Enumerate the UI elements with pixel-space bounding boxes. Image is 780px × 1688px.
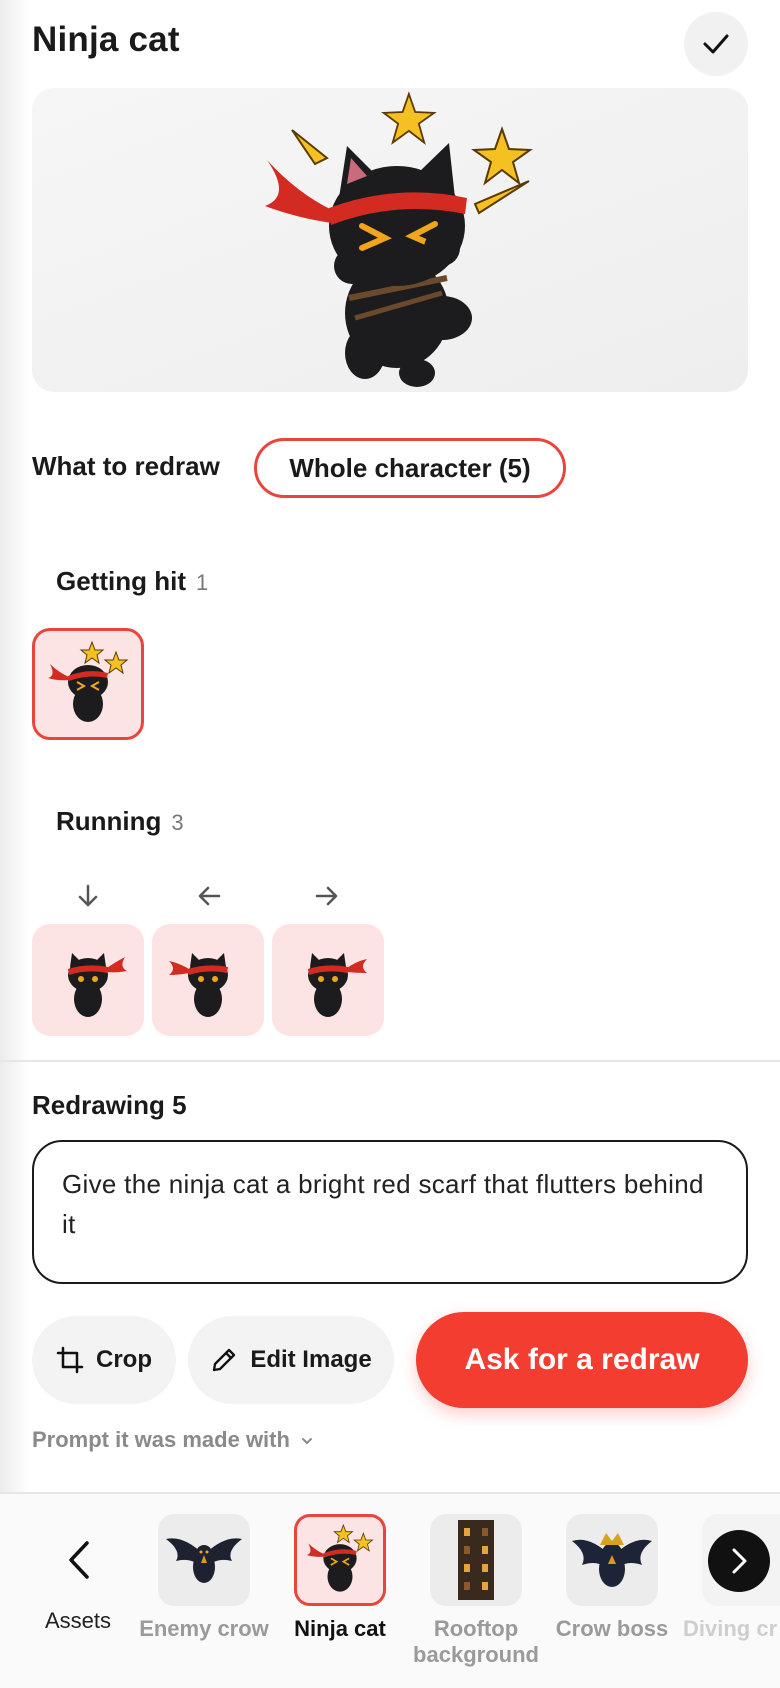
- ninja-cat-run-icon: [169, 953, 228, 1017]
- down-arrow-icon: [68, 876, 108, 916]
- frame-thumbnail-running-right[interactable]: [272, 924, 384, 1036]
- asset-label: Enemy crow: [139, 1616, 269, 1641]
- crop-button[interactable]: Crop: [32, 1316, 176, 1404]
- section-divider: [0, 1060, 780, 1062]
- frame-thumbnail-running-down[interactable]: [32, 924, 144, 1036]
- ninja-cat-hit-icon: [48, 640, 129, 722]
- right-arrow-icon: [307, 876, 347, 916]
- crop-label: Crop: [96, 1346, 152, 1373]
- ninja-cat-illustration: [265, 91, 533, 387]
- asset-item-rooftop-background[interactable]: Rooftop background: [411, 1514, 541, 1668]
- ninja-cat-run-icon: [308, 953, 367, 1017]
- asset-item-ninja-cat[interactable]: Ninja cat: [275, 1514, 405, 1642]
- frame-thumbnail-running-left[interactable]: [152, 924, 264, 1036]
- chevron-down-icon: [301, 1438, 312, 1445]
- asset-label: Crow boss: [555, 1616, 669, 1641]
- what-to-redraw-label: What to redraw: [32, 451, 220, 481]
- crow-icon: [158, 1514, 250, 1606]
- redraw-prompt-input[interactable]: Give the ninja cat a bright red scarf th…: [32, 1140, 748, 1284]
- edit-image-label: Edit Image: [250, 1346, 372, 1373]
- page-title: Ninja cat: [32, 20, 180, 59]
- asset-label: Ninja cat: [294, 1616, 386, 1641]
- group-name: Getting hit: [56, 566, 186, 596]
- back-to-assets-button[interactable]: [30, 1520, 126, 1600]
- assets-label: Assets: [44, 1608, 112, 1633]
- prompt-disclosure-toggle[interactable]: Prompt it was made with: [32, 1427, 314, 1453]
- ask-for-redraw-button[interactable]: Ask for a redraw: [416, 1312, 748, 1408]
- crow-boss-icon: [566, 1514, 658, 1606]
- scope-selector[interactable]: Whole character (5): [254, 438, 566, 498]
- check-icon: [703, 34, 729, 54]
- group-name: Running: [56, 806, 162, 836]
- chevron-left-icon: [69, 1541, 89, 1579]
- hero-preview: [32, 88, 748, 392]
- done-button[interactable]: [684, 12, 748, 76]
- prompt-disclosure-label: Prompt it was made with: [32, 1427, 290, 1452]
- group-count: 1: [195, 570, 209, 595]
- ninja-cat-icon: [294, 1514, 386, 1606]
- group-title-running: Running 3: [56, 806, 184, 837]
- left-edge: [0, 0, 30, 1688]
- asset-item-enemy-crow[interactable]: Enemy crow: [139, 1514, 269, 1642]
- crop-icon: [56, 1346, 84, 1374]
- group-title-getting-hit: Getting hit 1: [56, 566, 208, 597]
- edit-image-button[interactable]: Edit Image: [188, 1316, 394, 1404]
- redrawing-title: Redrawing 5: [32, 1090, 187, 1120]
- scroll-next-button[interactable]: [708, 1530, 770, 1592]
- asset-label: Diving cr: [683, 1616, 778, 1641]
- pencil-icon: [213, 1348, 236, 1372]
- left-arrow-icon: [189, 876, 229, 916]
- chevron-right-icon: [732, 1548, 747, 1574]
- group-count: 3: [171, 810, 184, 835]
- building-icon: [430, 1514, 522, 1606]
- asset-item-crow-boss[interactable]: Crow boss: [547, 1514, 677, 1642]
- asset-label: Rooftop background: [413, 1616, 539, 1667]
- ninja-cat-run-icon: [68, 953, 127, 1017]
- frame-thumbnail-getting-hit[interactable]: [32, 628, 144, 740]
